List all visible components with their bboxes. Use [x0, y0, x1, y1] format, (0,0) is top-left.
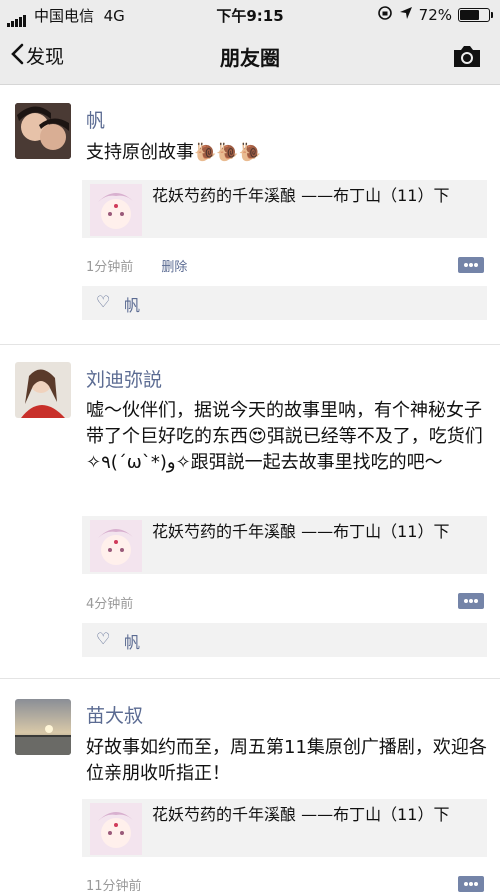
post-text: 好故事如约而至，周五第11集原创广播剧，欢迎各位亲朋收听指正！	[86, 737, 487, 784]
share-title: 花妖芍药的千年溪酿 ——布丁山（11）下	[152, 522, 450, 541]
poster-name[interactable]: 苗大叔	[86, 701, 143, 728]
post-text: 嘘～伙伴们，据说今天的故事里呐，有个神秘女子带了个巨好吃的东西😍弭説已经等不及了…	[86, 400, 483, 473]
shared-link-card[interactable]: 花妖芍药的千年溪酿 ——布丁山（11）下	[82, 180, 487, 238]
shared-link-card[interactable]: 花妖芍药的千年溪酿 ——布丁山（11）下	[82, 516, 487, 574]
liker-name[interactable]: 帆	[124, 292, 140, 316]
share-thumbnail	[90, 803, 142, 855]
poster-name[interactable]: 帆	[86, 106, 105, 133]
share-title: 花妖芍药的千年溪酿 ——布丁山（11）下	[152, 186, 450, 205]
avatar[interactable]	[15, 699, 71, 755]
post-meta: 11分钟前	[86, 875, 142, 894]
back-button[interactable]: 发现	[10, 42, 64, 69]
more-options-button[interactable]	[458, 876, 484, 892]
more-options-button[interactable]	[458, 257, 484, 273]
back-label: 发现	[26, 46, 65, 68]
likes-bar: ♡ 帆	[82, 286, 487, 320]
camera-icon[interactable]	[452, 43, 482, 69]
share-title: 花妖芍药的千年溪酿 ——布丁山（11）下	[152, 805, 450, 824]
poster-name[interactable]: 刘迪弥説	[86, 365, 162, 392]
location-icon	[399, 6, 413, 24]
status-bar: 中国电信 4G 下午9:15 72%	[0, 0, 500, 30]
shared-link-card[interactable]: 花妖芍药的千年溪酿 ——布丁山（11）下	[82, 799, 487, 857]
moment-post: 苗大叔 好故事如约而至，周五第11集原创广播剧，欢迎各位亲朋收听指正！ 花妖芍药…	[0, 679, 500, 894]
likes-bar: ♡ 帆	[82, 623, 487, 657]
nav-bar: 发现 朋友圈	[0, 30, 500, 85]
liker-name[interactable]: 帆	[124, 629, 140, 653]
avatar[interactable]	[15, 103, 71, 159]
battery-icon	[458, 8, 493, 22]
heart-icon: ♡	[96, 292, 111, 311]
moment-post: 刘迪弥説 嘘～伙伴们，据说今天的故事里呐，有个神秘女子带了个巨好吃的东西😍弭説已…	[0, 345, 500, 677]
moment-post: 帆 支持原创故事🐌🐌🐌 花妖芍药的千年溪酿 ——布丁山（11）下 1分钟前 删除…	[0, 85, 500, 345]
share-thumbnail	[90, 184, 142, 236]
avatar[interactable]	[15, 362, 71, 418]
post-time: 11分钟前	[86, 879, 142, 894]
chevron-left-icon	[10, 43, 24, 69]
post-meta: 4分钟前	[86, 593, 133, 612]
orientation-lock-icon	[377, 5, 393, 25]
more-options-button[interactable]	[458, 593, 484, 609]
post-time: 4分钟前	[86, 597, 134, 612]
heart-icon: ♡	[96, 629, 111, 648]
share-thumbnail	[90, 520, 142, 572]
delete-link[interactable]: 删除	[161, 260, 187, 275]
post-text: 支持原创故事🐌🐌🐌	[86, 142, 262, 163]
battery-percent: 72%	[418, 6, 452, 24]
post-time: 1分钟前	[86, 260, 134, 275]
page-title: 朋友圈	[220, 46, 280, 70]
post-meta: 1分钟前 删除	[86, 256, 187, 275]
